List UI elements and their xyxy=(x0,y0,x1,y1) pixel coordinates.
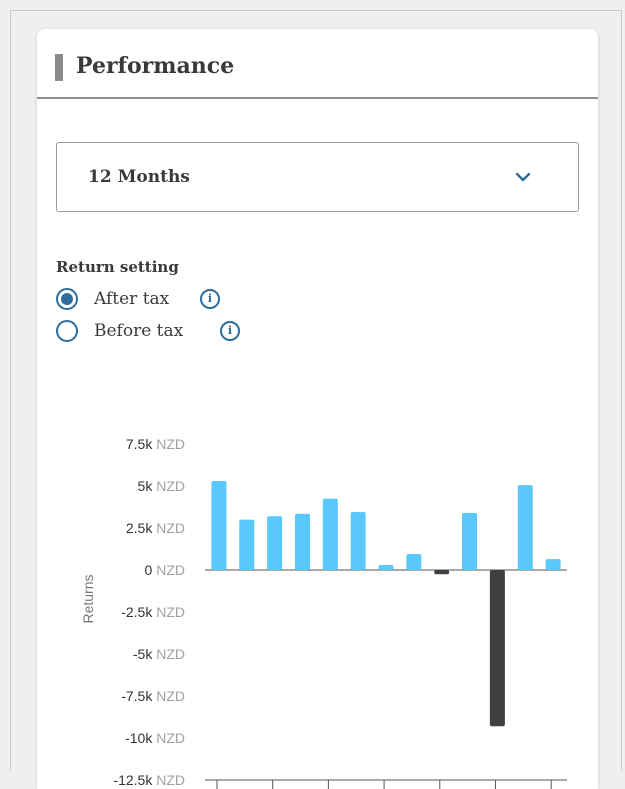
returns-chart-svg: 7.5k NZD 5k NZD 2.5k NZD 0 NZD -2.5k NZD -5k … xyxy=(80,436,567,789)
y-tick-label: 2.5k NZD xyxy=(126,520,185,536)
bar-positive xyxy=(239,519,255,570)
bar-positive xyxy=(406,554,422,570)
card-header: Performance xyxy=(37,29,598,99)
after-tax-info-icon[interactable]: i xyxy=(200,289,220,309)
bar-negative xyxy=(489,570,505,727)
returns-chart: 7.5k NZD 5k NZD 2.5k NZD 0 NZD -2.5k NZD -5k … xyxy=(37,389,598,789)
bar-positive xyxy=(545,559,561,570)
y-tick-label: -5k NZD xyxy=(133,646,185,662)
y-tick-label: 0 NZD xyxy=(145,562,185,578)
y-tick-label: -2.5k NZD xyxy=(121,604,185,620)
bar-positive xyxy=(462,512,478,570)
bar-positive xyxy=(294,513,310,570)
period-dropdown[interactable]: 12 Months xyxy=(56,142,579,212)
performance-card: Performance 12 Months Return setting Aft… xyxy=(37,29,598,789)
before-tax-label: Before tax xyxy=(94,321,184,341)
before-tax-radio[interactable] xyxy=(56,320,78,342)
bar-negative xyxy=(434,570,450,575)
y-tick-label: 5k NZD xyxy=(138,478,185,494)
y-tick-label: -10k NZD xyxy=(125,730,185,746)
bar-positive xyxy=(322,498,338,570)
card-title: Performance xyxy=(76,53,235,79)
radio-option-after-tax[interactable]: After tax i xyxy=(56,286,226,312)
bar-positive xyxy=(378,564,394,570)
after-tax-label: After tax xyxy=(94,289,170,309)
before-tax-info-icon[interactable]: i xyxy=(220,321,240,341)
bar-positive xyxy=(517,485,533,570)
chevron-down-icon xyxy=(515,172,531,182)
y-tick-label: -7.5k NZD xyxy=(121,688,185,704)
bar-positive xyxy=(350,512,366,570)
y-tick-label: -12.5k NZD xyxy=(113,772,185,788)
header-accent-bar xyxy=(55,54,63,81)
radio-option-before-tax[interactable]: Before tax i xyxy=(56,318,240,344)
y-tick-label: 7.5k NZD xyxy=(126,436,185,452)
bar-positive xyxy=(211,480,227,570)
y-axis-title: Returns xyxy=(80,574,96,623)
bar-positive xyxy=(267,516,283,570)
return-setting-label: Return setting xyxy=(56,258,179,276)
after-tax-radio[interactable] xyxy=(56,288,78,310)
period-dropdown-value: 12 Months xyxy=(88,167,190,187)
